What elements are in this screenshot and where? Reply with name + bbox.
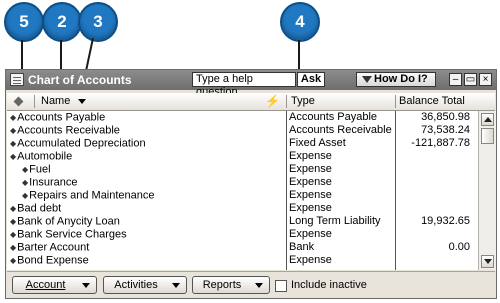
account-type: Expense: [289, 163, 332, 175]
table-row[interactable]: ◆Accounts Receivable Accounts Receivable…: [7, 124, 478, 137]
account-name: ◆Barter Account: [10, 241, 90, 254]
online-access-icon[interactable]: ⚡: [265, 94, 280, 108]
callout-2: 2: [42, 2, 82, 42]
include-inactive-checkbox[interactable]: [275, 280, 287, 292]
scroll-thumb[interactable]: [481, 128, 494, 144]
dropdown-arrow-icon: [362, 76, 372, 83]
sort-arrow-icon[interactable]: [78, 99, 86, 104]
account-name: ◆Bank Service Charges: [10, 228, 127, 241]
name-column-header[interactable]: Name: [41, 95, 70, 107]
account-balance: 19,932.65: [421, 215, 470, 227]
account-name: ◆Accounts Receivable: [10, 124, 120, 137]
account-type: Accounts Receivable: [289, 124, 392, 136]
activities-button-label: Activities: [114, 279, 158, 291]
account-balance: 36,850.98: [421, 111, 470, 123]
table-row[interactable]: ◆Accounts Payable Accounts Payable 36,85…: [7, 111, 478, 124]
table-row[interactable]: ◆Bond Expense Expense: [7, 254, 478, 267]
account-name: ◆Repairs and Maintenance: [22, 189, 155, 202]
account-name: ◆Automobile: [10, 150, 73, 163]
account-balance: -121,887.78: [411, 137, 470, 149]
scroll-down-icon[interactable]: [481, 255, 494, 268]
callout-3: 3: [78, 2, 118, 42]
callout-4: 4: [280, 2, 320, 42]
type-column-header[interactable]: Type: [291, 95, 315, 107]
reports-menu-button[interactable]: Reports: [192, 276, 270, 294]
how-do-i-button[interactable]: How Do I?: [356, 72, 436, 87]
account-menu-button[interactable]: Account: [12, 276, 97, 294]
table-row[interactable]: ◆Bank Service Charges Expense: [7, 228, 478, 241]
window-title: Chart of Accounts: [28, 73, 132, 87]
account-name: ◆Fuel: [22, 163, 51, 176]
table-row[interactable]: ◆Automobile Expense: [7, 150, 478, 163]
restore-icon[interactable]: ▭: [464, 73, 477, 86]
account-type: Accounts Payable: [289, 111, 378, 123]
account-button-label: Account: [25, 279, 66, 291]
ask-button[interactable]: Ask: [297, 72, 325, 87]
account-type: Expense: [289, 228, 332, 240]
dropdown-arrow-icon: [82, 283, 90, 288]
chart-of-accounts-window: Chart of Accounts Type a help question A…: [5, 69, 497, 299]
close-icon[interactable]: ×: [479, 73, 492, 86]
activities-menu-button[interactable]: Activities: [103, 276, 187, 294]
sort-order-diamond-icon[interactable]: [13, 96, 24, 107]
how-do-i-label: How Do I?: [374, 73, 428, 85]
table-row[interactable]: ◆Repairs and Maintenance Expense: [7, 189, 478, 202]
account-balance: 0.00: [448, 241, 470, 253]
column-divider: [34, 95, 35, 108]
account-type: Expense: [289, 176, 332, 188]
account-type: Expense: [289, 202, 332, 214]
table-row[interactable]: ◆Fuel Expense: [7, 163, 478, 176]
account-type: Long Term Liability: [289, 215, 381, 227]
account-name: ◆Bank of Anycity Loan: [10, 215, 120, 228]
account-type: Bank: [289, 241, 315, 253]
table-row[interactable]: ◆Insurance Expense: [7, 176, 478, 189]
table-row[interactable]: ◆Accumulated Depreciation Fixed Asset -1…: [7, 137, 478, 150]
account-balance: 73,538.24: [421, 124, 470, 136]
column-divider: [395, 95, 396, 108]
account-type: Expense: [289, 254, 332, 266]
account-type: Fixed Asset: [289, 137, 346, 149]
balance-total-column-header[interactable]: Balance Total: [399, 95, 465, 107]
table-row[interactable]: ◆Bad debt Expense: [7, 202, 478, 215]
help-question-input[interactable]: Type a help question: [192, 72, 296, 98]
column-header-row: Name ⚡ Type Balance Total: [7, 93, 495, 111]
account-type: Expense: [289, 150, 332, 162]
include-inactive-label[interactable]: Include inactive: [291, 279, 367, 291]
account-type: Expense: [289, 189, 332, 201]
account-name: ◆Accumulated Depreciation: [10, 137, 146, 150]
account-name: ◆Insurance: [22, 176, 78, 189]
dropdown-arrow-icon: [172, 283, 180, 288]
bottom-button-bar: Account Activities Reports Include inact…: [7, 271, 495, 298]
account-name: ◆Accounts Payable: [10, 111, 106, 124]
account-name: ◆Bad debt: [10, 202, 62, 215]
vertical-scrollbar[interactable]: [478, 111, 496, 270]
callout-5: 5: [4, 2, 44, 42]
account-name: ◆Bond Expense: [10, 254, 89, 267]
table-row[interactable]: ◆Bank of Anycity Loan Long Term Liabilit…: [7, 215, 478, 228]
account-list: ◆Accounts Payable Accounts Payable 36,85…: [7, 111, 478, 270]
column-divider: [286, 95, 287, 108]
minimize-icon[interactable]: –: [449, 73, 462, 86]
dropdown-arrow-icon: [255, 283, 263, 288]
title-bar: Chart of Accounts Type a help question A…: [6, 70, 496, 98]
table-row[interactable]: ◆Barter Account Bank 0.00: [7, 241, 478, 254]
window-list-icon[interactable]: [10, 73, 24, 86]
scroll-up-icon[interactable]: [481, 113, 494, 126]
reports-button-label: Reports: [202, 279, 242, 291]
